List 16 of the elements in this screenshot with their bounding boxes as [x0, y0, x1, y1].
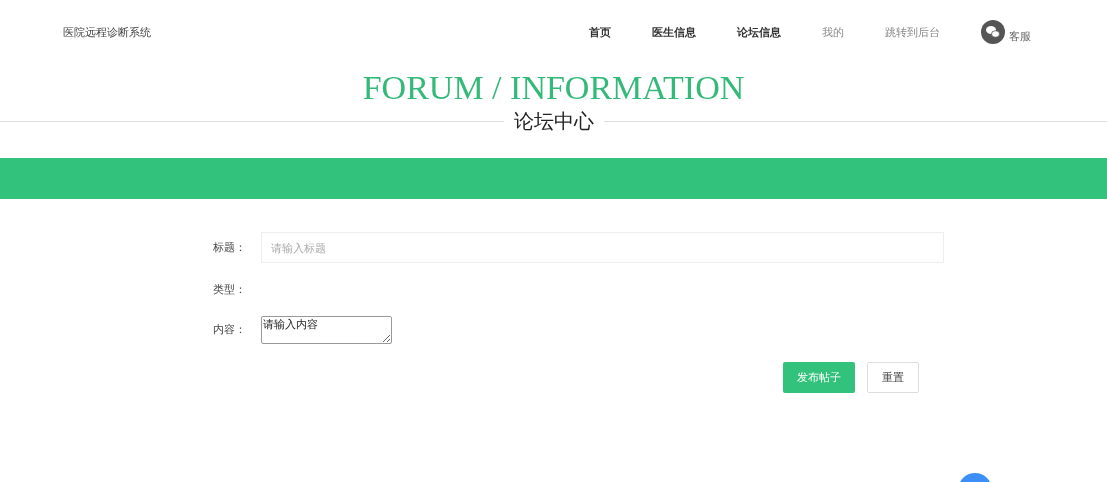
field-label: 标题： [213, 240, 247, 256]
nav-link[interactable]: 我的 [822, 23, 844, 41]
banner-subtitle: 论坛中心 [513, 109, 594, 134]
reset-button[interactable]: 重置 [867, 361, 919, 393]
chat-icon[interactable] [981, 20, 1005, 44]
nav-link[interactable]: 跳转到后台 [885, 23, 940, 41]
site-title: 医院远程诊断系统 [63, 24, 151, 40]
banner-title: FORUM / INFORMATION [362, 68, 745, 108]
nav-link[interactable]: 论坛信息 [737, 23, 781, 41]
nav-link[interactable]: 医生信息 [652, 23, 696, 41]
field-label: 类型： [213, 282, 247, 297]
field-label: 内容： [213, 322, 247, 338]
content-textarea[interactable]: 请输入内容 [261, 315, 392, 344]
title-input[interactable]: 请输入标题 [261, 232, 944, 263]
nav-link[interactable]: 首页 [589, 23, 611, 41]
support-link[interactable]: 客服 [1009, 27, 1031, 44]
